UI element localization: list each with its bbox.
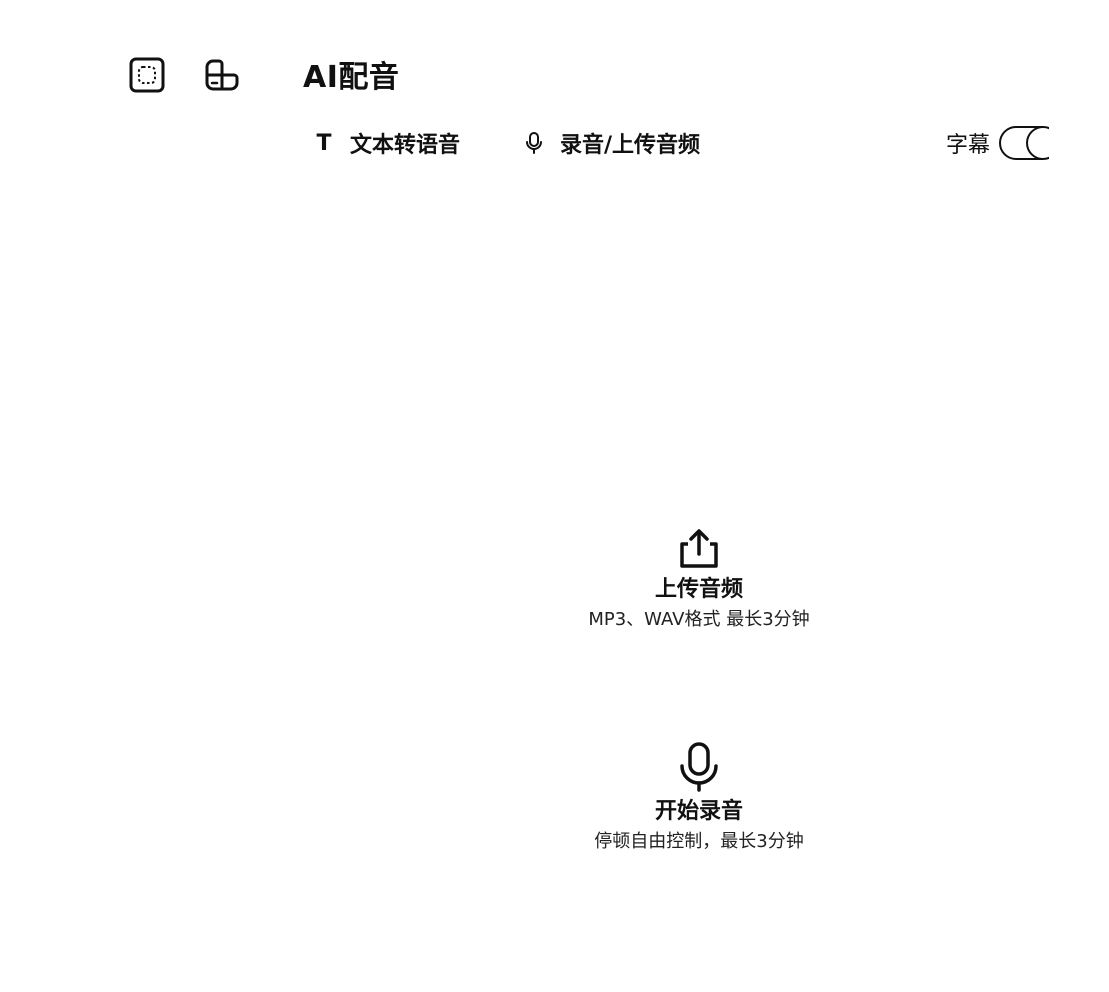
microphone-icon	[680, 742, 718, 792]
layout-icon[interactable]	[203, 59, 239, 91]
tab-label: 录音/上传音频	[560, 133, 701, 158]
subtitle-toggle-group: 字幕	[946, 125, 1050, 161]
frame-icon[interactable]	[129, 57, 165, 93]
tab-label: 文本转语音	[350, 133, 461, 158]
ai-dubbing-panel: AI配音 T 文本转语音 录音/上传音频 字幕 上传音频 MP3、WAV格式 最…	[0, 0, 1109, 992]
tab-text-to-speech[interactable]: T 文本转语音	[312, 126, 460, 160]
microphone-icon	[522, 131, 546, 155]
tab-record-upload[interactable]: 录音/上传音频	[522, 126, 700, 160]
upload-audio-description: MP3、WAV格式 最长3分钟	[588, 609, 810, 630]
start-recording-description: 停顿自由控制，最长3分钟	[594, 831, 804, 852]
subtitle-toggle[interactable]	[999, 125, 1050, 161]
upload-audio-option[interactable]: 上传音频 MP3、WAV格式 最长3分钟	[549, 526, 849, 631]
text-t-icon: T	[316, 130, 332, 156]
start-recording-title: 开始录音	[654, 799, 743, 824]
subtitle-label: 字幕	[946, 133, 991, 158]
upload-icon	[680, 529, 718, 568]
start-recording-option[interactable]: 开始录音 停顿自由控制，最长3分钟	[549, 742, 849, 853]
page-title: AI配音	[303, 60, 400, 95]
upload-audio-title: 上传音频	[654, 577, 743, 602]
